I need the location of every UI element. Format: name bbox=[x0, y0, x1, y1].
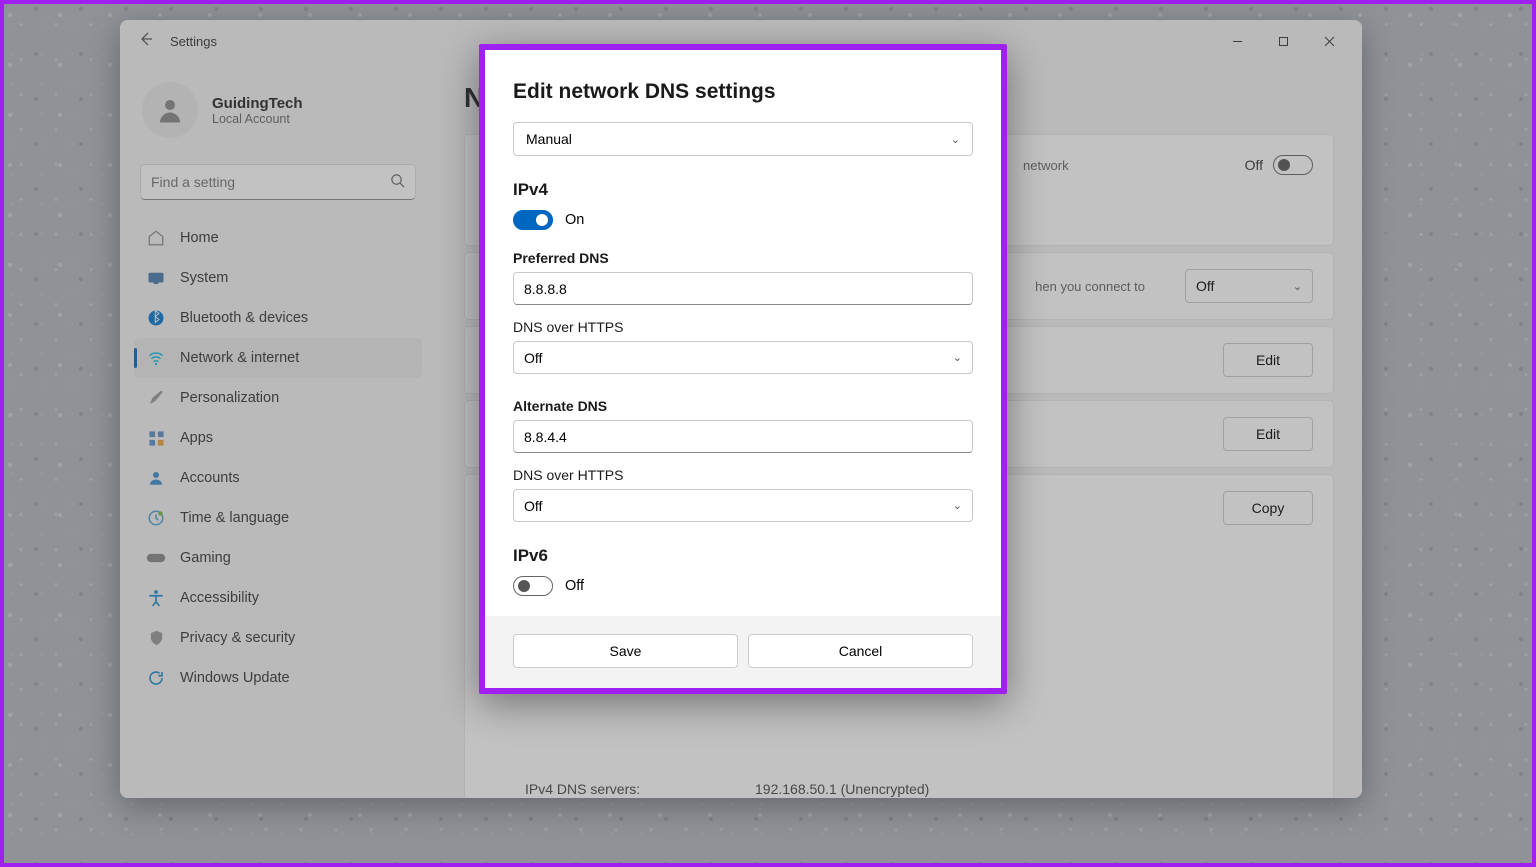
preferred-dns-label: Preferred DNS bbox=[513, 250, 973, 266]
dns-edit-dialog: Edit network DNS settings Manual⌄ IPv4 O… bbox=[479, 44, 1007, 694]
close-button[interactable] bbox=[1306, 25, 1352, 57]
assignment-dropdown[interactable]: Manual⌄ bbox=[513, 122, 973, 156]
gaming-icon bbox=[146, 548, 166, 568]
search-input[interactable] bbox=[151, 174, 390, 190]
dialog-title: Edit network DNS settings bbox=[513, 80, 973, 104]
app-title: Settings bbox=[170, 34, 217, 49]
ipv6-heading: IPv6 bbox=[513, 546, 973, 566]
info-key: IPv4 DNS servers: bbox=[525, 781, 755, 797]
info-row: IPv4 DNS servers: 192.168.50.1 (Unencryp… bbox=[465, 771, 1333, 798]
save-button[interactable]: Save bbox=[513, 634, 738, 668]
metered-toggle[interactable] bbox=[1273, 155, 1313, 175]
nav-label: Bluetooth & devices bbox=[180, 310, 308, 326]
avatar bbox=[142, 82, 198, 138]
nav-network[interactable]: Network & internet bbox=[134, 338, 422, 378]
nav-label: Gaming bbox=[180, 550, 231, 566]
preferred-dns-input[interactable] bbox=[513, 272, 973, 305]
nav-label: Apps bbox=[180, 430, 213, 446]
nav-label: Personalization bbox=[180, 390, 279, 406]
ipv4-heading: IPv4 bbox=[513, 180, 973, 200]
clock-icon bbox=[146, 508, 166, 528]
shield-icon bbox=[146, 628, 166, 648]
account-icon bbox=[146, 468, 166, 488]
nav-gaming[interactable]: Gaming bbox=[134, 538, 422, 578]
minimize-button[interactable] bbox=[1214, 25, 1260, 57]
user-name: GuidingTech bbox=[212, 95, 303, 112]
chevron-down-icon: ⌄ bbox=[953, 351, 962, 364]
ipv4-toggle[interactable] bbox=[513, 210, 553, 230]
doh-dropdown-1[interactable]: Off⌄ bbox=[513, 341, 973, 374]
copy-button[interactable]: Copy bbox=[1223, 491, 1313, 525]
cancel-button[interactable]: Cancel bbox=[748, 634, 973, 668]
back-arrow-icon bbox=[138, 31, 154, 47]
ipv6-toggle-label: Off bbox=[565, 578, 584, 594]
toggle-label: Off bbox=[1245, 157, 1263, 173]
row-desc: network bbox=[1023, 158, 1069, 173]
chevron-down-icon: ⌄ bbox=[953, 499, 962, 512]
nav-label: Home bbox=[180, 230, 219, 246]
close-icon bbox=[1324, 36, 1335, 47]
ipv6-toggle[interactable] bbox=[513, 576, 553, 596]
back-button[interactable] bbox=[130, 31, 162, 52]
search-icon bbox=[390, 173, 405, 191]
user-type: Local Account bbox=[212, 112, 303, 126]
nav-apps[interactable]: Apps bbox=[134, 418, 422, 458]
nav-bluetooth[interactable]: Bluetooth & devices bbox=[134, 298, 422, 338]
ipv4-toggle-label: On bbox=[565, 212, 584, 228]
nav-label: Privacy & security bbox=[180, 630, 295, 646]
dialog-footer: Save Cancel bbox=[485, 616, 1001, 688]
minimize-icon bbox=[1232, 36, 1243, 47]
brush-icon bbox=[146, 388, 166, 408]
nav-label: Time & language bbox=[180, 510, 289, 526]
nav-label: Network & internet bbox=[180, 350, 299, 366]
nav-privacy[interactable]: Privacy & security bbox=[134, 618, 422, 658]
user-block[interactable]: GuidingTech Local Account bbox=[134, 72, 422, 158]
home-icon bbox=[146, 228, 166, 248]
nav-label: Accounts bbox=[180, 470, 240, 486]
alternate-dns-label: Alternate DNS bbox=[513, 398, 973, 414]
edit-button-2[interactable]: Edit bbox=[1223, 417, 1313, 451]
search-box[interactable] bbox=[140, 164, 416, 200]
maximize-icon bbox=[1278, 36, 1289, 47]
accessibility-icon bbox=[146, 588, 166, 608]
update-icon bbox=[146, 668, 166, 688]
alternate-dns-input[interactable] bbox=[513, 420, 973, 453]
nav-label: Windows Update bbox=[180, 670, 290, 686]
sidebar: GuidingTech Local Account Home System Bl… bbox=[120, 62, 436, 798]
chevron-down-icon: ⌄ bbox=[1293, 280, 1302, 293]
nav-system[interactable]: System bbox=[134, 258, 422, 298]
maximize-button[interactable] bbox=[1260, 25, 1306, 57]
nav-accessibility[interactable]: Accessibility bbox=[134, 578, 422, 618]
nav-update[interactable]: Windows Update bbox=[134, 658, 422, 698]
row-desc: hen you connect to bbox=[1035, 279, 1145, 294]
nav-label: Accessibility bbox=[180, 590, 259, 606]
doh-label-1: DNS over HTTPS bbox=[513, 319, 973, 335]
nav-accounts[interactable]: Accounts bbox=[134, 458, 422, 498]
profile-dropdown[interactable]: Off⌄ bbox=[1185, 269, 1313, 303]
user-icon bbox=[155, 95, 185, 125]
nav-time[interactable]: Time & language bbox=[134, 498, 422, 538]
doh-dropdown-2[interactable]: Off⌄ bbox=[513, 489, 973, 522]
nav-label: System bbox=[180, 270, 228, 286]
bluetooth-icon bbox=[146, 308, 166, 328]
nav-list: Home System Bluetooth & devices Network … bbox=[134, 218, 422, 698]
edit-button-1[interactable]: Edit bbox=[1223, 343, 1313, 377]
nav-personalization[interactable]: Personalization bbox=[134, 378, 422, 418]
system-icon bbox=[146, 268, 166, 288]
chevron-down-icon: ⌄ bbox=[951, 133, 960, 146]
info-val: 192.168.50.1 (Unencrypted) bbox=[755, 781, 929, 797]
nav-home[interactable]: Home bbox=[134, 218, 422, 258]
apps-icon bbox=[146, 428, 166, 448]
doh-label-2: DNS over HTTPS bbox=[513, 467, 973, 483]
wifi-icon bbox=[146, 348, 166, 368]
